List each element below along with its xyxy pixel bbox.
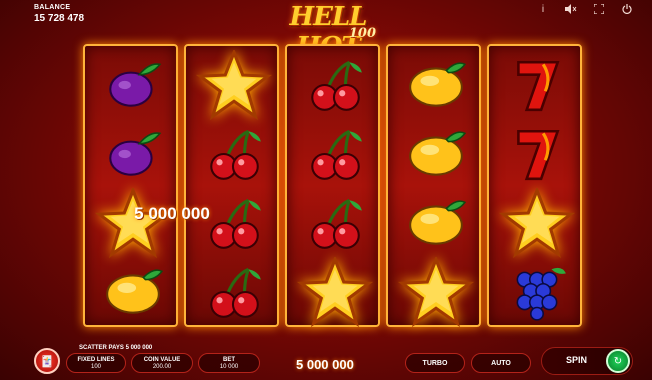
- bet-control[interactable]: BET 10 000: [198, 353, 260, 373]
- reel-win-amount: 5 000 000: [134, 204, 210, 223]
- fullscreen-icon[interactable]: [592, 2, 606, 16]
- spin-label: SPIN: [566, 355, 588, 365]
- bet-label: BET: [223, 357, 235, 363]
- total-win-display: 5 000 000: [296, 357, 354, 372]
- top-icons: i: [536, 2, 634, 16]
- coin-value-value: 200.00: [152, 364, 172, 370]
- gamble-button[interactable]: 🃏: [34, 348, 60, 374]
- spin-button[interactable]: SPIN ↻: [541, 347, 633, 375]
- coin-value-control[interactable]: COIN VALUE 200.00: [131, 353, 193, 373]
- logo-subtitle: 100: [348, 26, 376, 41]
- fixed-lines-label: FIXED LINES: [77, 357, 115, 363]
- auto-label: AUTO: [491, 360, 511, 367]
- spin-icon: ↻: [606, 349, 630, 373]
- turbo-label: TURBO: [422, 360, 448, 367]
- auto-button[interactable]: AUTO: [471, 353, 531, 373]
- reel-4: [386, 44, 481, 327]
- star-symbol-icon: [489, 188, 584, 258]
- fixed-lines-value: 100: [90, 364, 101, 370]
- cherry-symbol-icon: [186, 119, 281, 189]
- power-icon[interactable]: [620, 2, 634, 16]
- balance-value: 15 728 478: [34, 13, 85, 24]
- balance-label: BALANCE: [34, 4, 71, 11]
- reel-5: [487, 44, 582, 327]
- cherry-symbol-icon: [287, 50, 382, 120]
- grapes-symbol-icon: [489, 257, 584, 327]
- lemon-symbol-icon: [85, 257, 180, 327]
- fixed-lines-control[interactable]: FIXED LINES 100: [66, 353, 126, 373]
- star-symbol-icon: [388, 257, 483, 327]
- reels-area: 5 000 000: [83, 44, 582, 327]
- reel-3: [285, 44, 380, 327]
- cards-icon: 🃏: [40, 355, 54, 368]
- seven-symbol-icon: [489, 119, 584, 189]
- plum-symbol-icon: [85, 50, 180, 120]
- lemon-symbol-icon: [388, 119, 483, 189]
- coin-value-label: COIN VALUE: [143, 357, 181, 363]
- seven-symbol-icon: [489, 50, 584, 120]
- mute-icon[interactable]: [564, 2, 578, 16]
- cherry-symbol-icon: [287, 188, 382, 258]
- lemon-symbol-icon: [388, 50, 483, 120]
- reel-1: [83, 44, 178, 327]
- info-icon[interactable]: i: [536, 2, 550, 16]
- cherry-symbol-icon: [186, 257, 281, 327]
- turbo-button[interactable]: TURBO: [405, 353, 465, 373]
- scatter-pays-text: SCATTER PAYS 5 000 000: [79, 345, 153, 351]
- lemon-symbol-icon: [388, 188, 483, 258]
- star-symbol-icon: [186, 50, 281, 120]
- plum-symbol-icon: [85, 119, 180, 189]
- bet-value: 10 000: [219, 364, 239, 370]
- reel-2: [184, 44, 279, 327]
- game-logo: HELL HOT 100: [258, 2, 398, 62]
- cherry-symbol-icon: [287, 119, 382, 189]
- star-symbol-icon: [287, 257, 382, 327]
